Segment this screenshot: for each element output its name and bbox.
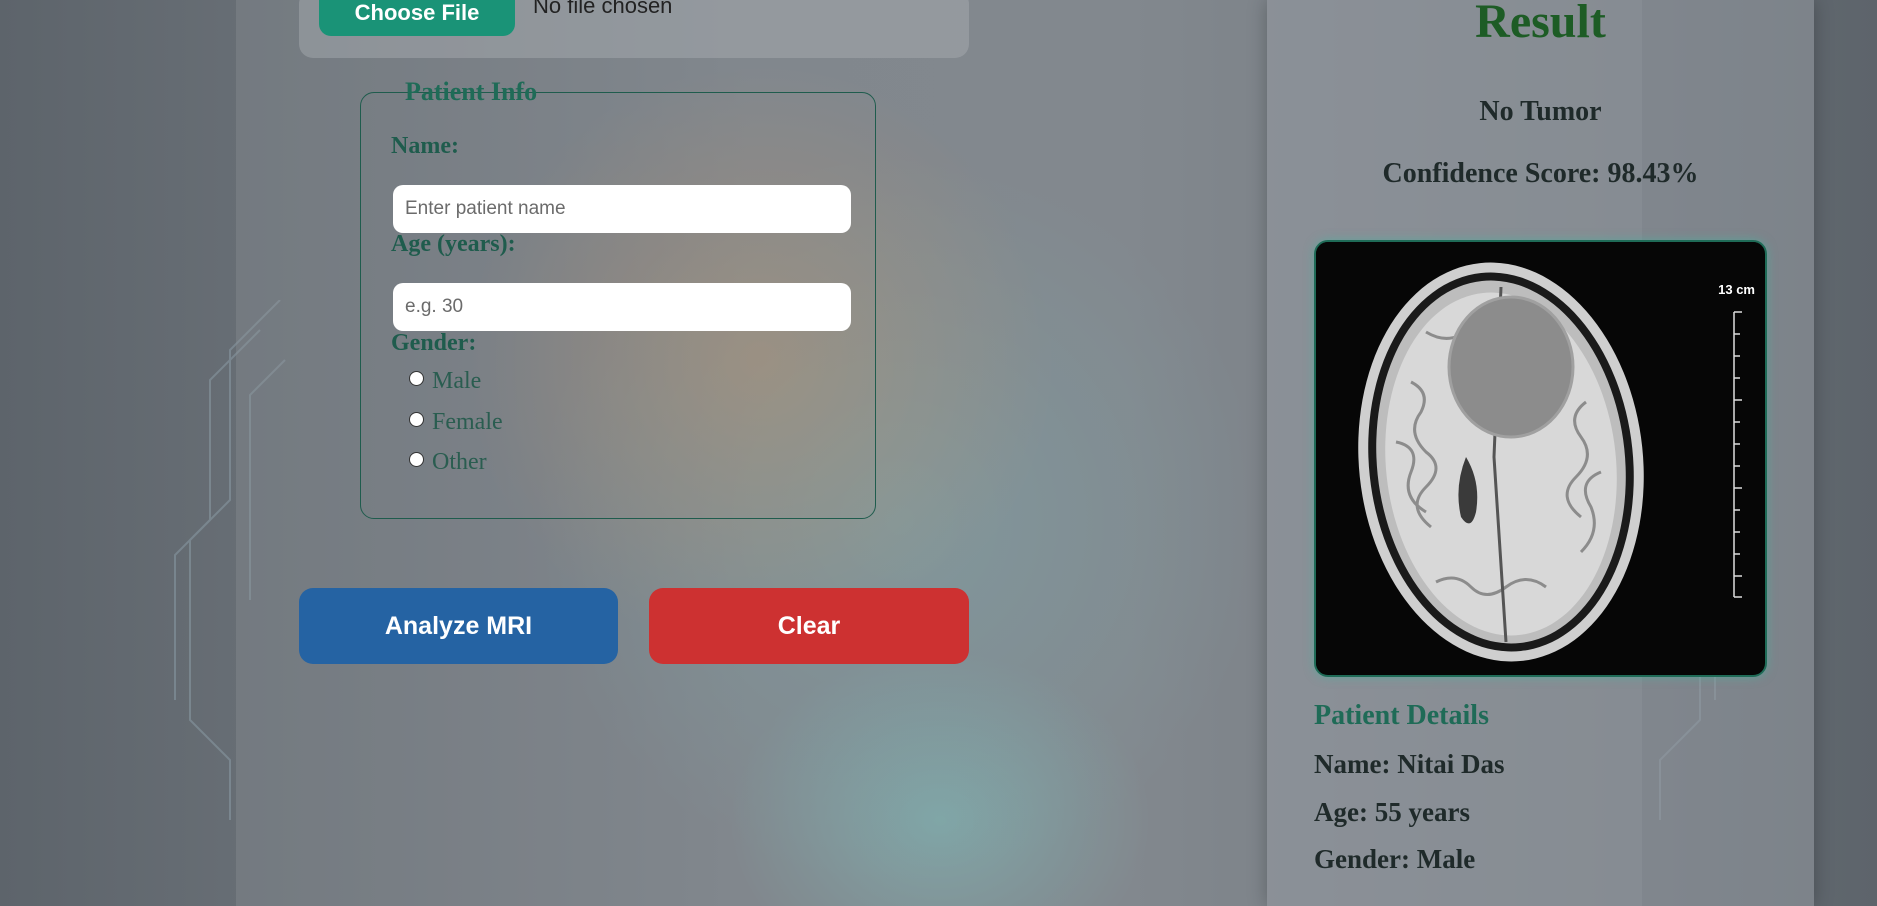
gender-option-label: Other <box>432 449 487 475</box>
mri-scan-image: 13 cm <box>1314 240 1767 677</box>
name-input[interactable] <box>393 185 851 233</box>
radio-unchecked-icon[interactable] <box>409 371 424 386</box>
gender-option-male[interactable]: Male <box>409 368 481 395</box>
age-input[interactable] <box>393 283 851 331</box>
file-status-text: No file chosen <box>533 0 673 18</box>
diagnosis-label: No Tumor <box>1479 96 1602 127</box>
patient-info-fieldset: Patient Info Name: Age (years): Gender: … <box>360 77 876 519</box>
gender-option-label: Female <box>432 409 503 435</box>
patient-detail-age: Age: 55 years <box>1314 797 1470 827</box>
input-panel: Choose File No file chosen Patient Info … <box>236 0 1030 906</box>
patient-details-title: Patient Details <box>1314 700 1489 731</box>
name-label: Name: <box>391 133 459 159</box>
patient-detail-name: Name: Nitai Das <box>1314 749 1505 779</box>
analyze-mri-button[interactable]: Analyze MRI <box>299 588 618 664</box>
main-container: Choose File No file chosen Patient Info … <box>236 0 1814 906</box>
result-panel: Result No Tumor Confidence Score: 98.43% <box>1267 0 1814 906</box>
patient-detail-gender: Gender: Male <box>1314 844 1476 874</box>
brain-mri-icon <box>1316 242 1764 674</box>
radio-unchecked-icon[interactable] <box>409 412 424 427</box>
age-label: Age (years): <box>391 231 516 257</box>
file-upload-box: Choose File No file chosen <box>299 0 969 58</box>
gender-option-other[interactable]: Other <box>409 449 487 476</box>
gender-option-female[interactable]: Female <box>409 409 503 436</box>
patient-info-legend: Patient Info <box>405 77 538 106</box>
choose-file-button[interactable]: Choose File <box>319 0 515 36</box>
clear-button[interactable]: Clear <box>649 588 969 664</box>
gender-label: Gender: <box>391 330 477 356</box>
confidence-score: Confidence Score: 98.43% <box>1382 158 1699 189</box>
scan-scale-label: 13 cm <box>1718 282 1755 297</box>
gender-option-label: Male <box>432 368 482 394</box>
result-title: Result <box>1475 0 1606 48</box>
radio-unchecked-icon[interactable] <box>409 452 424 467</box>
